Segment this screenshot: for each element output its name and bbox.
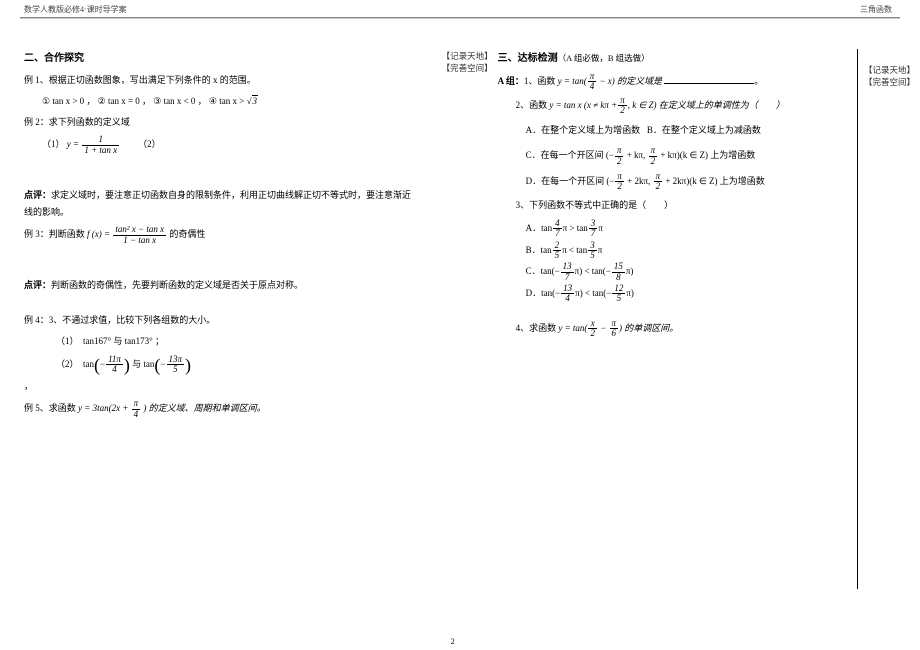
- example-1-conditions: ① tan x > 0 ， ② tan x = 0 ， ③ tan x < 0 …: [24, 93, 420, 110]
- q3-choices-ab: A．tan47π > tan37π B．tan25π < tan35π: [498, 218, 845, 261]
- group-a-q1: A 组：1、函数 y = tan(π4 − x) 的定义域是 。: [498, 72, 845, 92]
- right-main: 三、达标检测（A 组必做，B 组选做） A 组：1、函数 y = tan(π4 …: [498, 49, 857, 639]
- example-2-intro: 例 2：求下列函数的定义域: [24, 114, 420, 131]
- cond-3: ③ tan x < 0 ，: [153, 96, 206, 106]
- example-5: 例 5、求函数 y = 3tan(2x + π4 ) 的定义域、周期和单调区间。: [24, 399, 420, 419]
- example-4-item-2: （2） tan(−11π4) 与 tan(−13π5): [24, 355, 420, 375]
- header-left: 数学人教版必修4·课时导学案: [24, 4, 127, 15]
- right-column: 【记录天地】 【完善空间】 三、达标检测（A 组必做，B 组选做） A 组：1、…: [442, 19, 920, 649]
- q3-choices-cd: C．tan(−137π) < tan(−158π) D．tan(−134π) <…: [498, 261, 845, 304]
- left-column: 二、合作探究 例 1、根据正切函数图象，写出满足下列条件的 x 的范围。 ① t…: [0, 19, 442, 649]
- fill-blank[interactable]: [664, 75, 754, 84]
- q4: 4、求函数 y = tan(x2 − π6) 的单调区间。: [498, 319, 845, 339]
- q2-choices-ab: A．在整个定义域上为增函数 B．在整个定义域上为减函数: [498, 120, 845, 142]
- page-body: 二、合作探究 例 1、根据正切函数图象，写出满足下列条件的 x 的范围。 ① t…: [0, 19, 920, 649]
- example-4-item-1: （1） tan167° 与 tan173° ；: [24, 333, 420, 350]
- left-annotation: 【记录天地】 【完善空间】: [442, 49, 498, 639]
- example-4-intro: 例 4：3、不通过求值，比较下列各组数的大小。: [24, 312, 420, 329]
- header-right: 三角函数: [860, 4, 892, 15]
- page-header: 数学人教版必修4·课时导学案 三角函数: [0, 0, 920, 17]
- page-number: 2: [451, 637, 455, 646]
- q2: 2、函数 y = tan x (x ≠ kπ +π2, k ∈ Z) 在定义域上…: [498, 96, 845, 116]
- cond-4: ④ tan x > √3: [209, 96, 258, 106]
- example-1-intro: 例 1、根据正切函数图象，写出满足下列条件的 x 的范围。: [24, 72, 420, 89]
- note-1: 点评：求定义域时，要注意正切函数自身的限制条件，利用正切曲线解正切不等式时，要注…: [24, 187, 420, 221]
- cond-1: ① tan x > 0 ，: [42, 96, 95, 106]
- vertical-rule: [857, 49, 858, 589]
- section-3-title: 三、达标检测（A 组必做，B 组选做）: [498, 49, 845, 68]
- q3: 3、下列函数不等式中正确的是（ ）: [498, 197, 845, 214]
- section-2-title: 二、合作探究: [24, 49, 420, 68]
- note-2: 点评：判断函数的奇偶性，先要判断函数的定义域是否关于原点对称。: [24, 277, 420, 294]
- q2-choice-c: C．在每一个开区间 (−π2 + kπ, π2 + kπ)(k ∈ Z) 上为增…: [498, 145, 845, 167]
- comma: ，: [24, 378, 420, 395]
- example-2-item-1: （1） y = 11 + tan x （2）: [24, 135, 420, 155]
- q2-choice-d: D．在每一个开区间 (−π2 + 2kπ, π2 + 2kπ)(k ∈ Z) 上…: [498, 171, 845, 193]
- example-3: 例 3：判断函数 f (x) = tan² x − tan x1 − tan x…: [24, 225, 420, 245]
- right-annotation: 【记录天地】 【完善空间】: [864, 49, 920, 639]
- cond-2: ② tan x = 0 ，: [98, 96, 151, 106]
